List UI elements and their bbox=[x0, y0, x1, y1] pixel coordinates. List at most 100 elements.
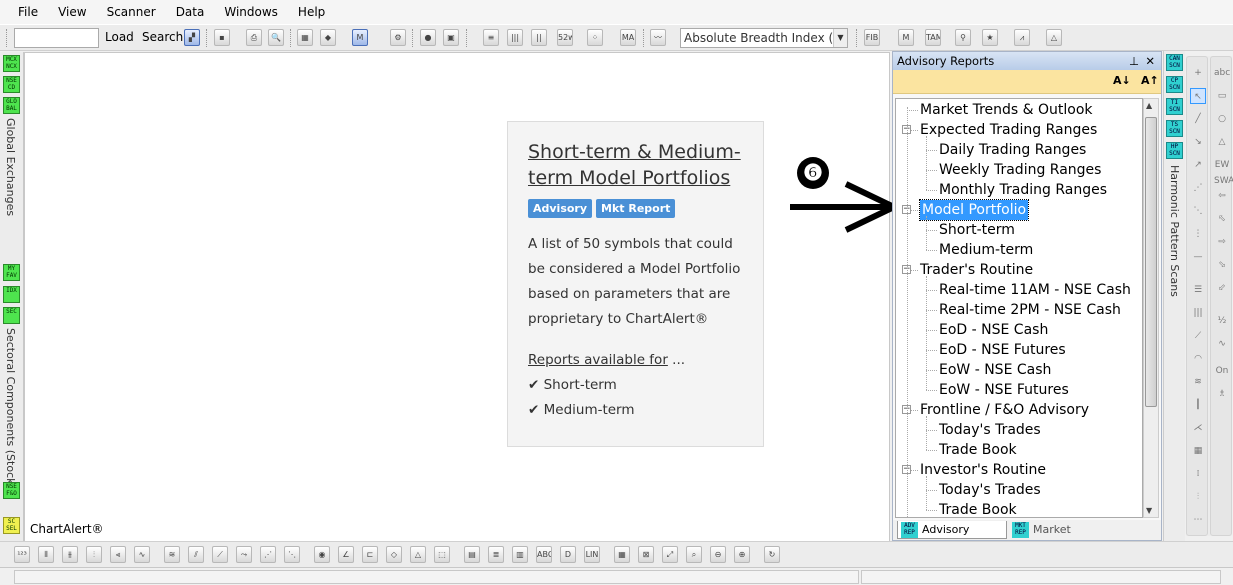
tree-node[interactable]: Frontline / F&O Advisory bbox=[920, 400, 1089, 420]
menu-file[interactable]: File bbox=[8, 5, 48, 19]
sort-descending-icon[interactable]: A↑ bbox=[1141, 74, 1159, 87]
tag-icon[interactable]: ⬚ bbox=[434, 546, 450, 563]
zigzag-icon[interactable]: ⩘ bbox=[1014, 29, 1030, 46]
list-icon[interactable]: ≣ bbox=[488, 546, 504, 563]
zoom-in-icon[interactable]: ⊕ bbox=[734, 546, 750, 563]
indicator-icon[interactable]: 〰 bbox=[650, 29, 666, 46]
chart-wizard-icon[interactable]: ▦ bbox=[297, 29, 313, 46]
menu-view[interactable]: View bbox=[48, 5, 96, 19]
gann-fan-icon[interactable]: ⋌ bbox=[1190, 420, 1206, 436]
save-icon[interactable]: ▪ bbox=[214, 29, 230, 46]
tab-market-reports[interactable]: MKT REP Market Reports bbox=[1009, 521, 1113, 554]
chevron-down-icon[interactable]: ▼ bbox=[833, 29, 847, 47]
channels-icon[interactable]: ⫽ bbox=[188, 546, 204, 563]
close-icon[interactable]: ✕ bbox=[1145, 52, 1155, 70]
ellipse-icon[interactable]: ○ bbox=[1214, 111, 1230, 127]
abs-icon[interactable]: ABC bbox=[536, 546, 552, 563]
volume-icon[interactable]: ≡ bbox=[483, 29, 499, 46]
ma-icon[interactable]: MA bbox=[620, 29, 636, 46]
tree-node[interactable]: Monthly Trading Ranges bbox=[939, 180, 1107, 200]
triangle-icon[interactable]: △ bbox=[1214, 134, 1230, 150]
pivot-icon[interactable]: M bbox=[898, 29, 914, 46]
indicator-diamond-icon[interactable]: ◆ bbox=[320, 29, 336, 46]
channel-icon[interactable]: ⋰ bbox=[1190, 180, 1206, 196]
bars-icon[interactable]: ||| bbox=[507, 29, 523, 46]
tree-node[interactable]: EoD - NSE Cash bbox=[939, 320, 1048, 340]
candles-icon[interactable]: || bbox=[531, 29, 547, 46]
reports-available-link[interactable]: Reports available for bbox=[528, 352, 668, 368]
refresh-icon[interactable]: ↻ bbox=[764, 546, 780, 563]
arrow-up-left-icon[interactable]: ⬁ bbox=[1214, 211, 1230, 227]
sort-ascending-icon[interactable]: A↓ bbox=[1113, 74, 1131, 87]
elliott-wave-tool[interactable]: EW SWA bbox=[1214, 157, 1233, 186]
cycles-icon[interactable]: ∿ bbox=[1214, 336, 1230, 352]
nse-fo-button[interactable]: NSE F&O bbox=[3, 482, 20, 499]
cw-tam-icon[interactable]: TAM bbox=[925, 29, 941, 46]
nse-cd-button[interactable]: NSE CD bbox=[3, 76, 20, 93]
my-fav-button[interactable]: MY FAV bbox=[3, 264, 20, 281]
zoom-out-icon[interactable]: ⊖ bbox=[710, 546, 726, 563]
tree-node[interactable]: EoW - NSE Futures bbox=[939, 380, 1069, 400]
arrow-down-icon[interactable]: ⬃ bbox=[1214, 280, 1230, 296]
sc-sel-button[interactable]: SC SEL bbox=[3, 517, 20, 534]
tree-node[interactable]: Model Portfolio bbox=[918, 199, 1030, 221]
tree-node[interactable]: Trade Book bbox=[939, 500, 1017, 517]
vertical-line-icon[interactable]: ⋮ bbox=[1190, 226, 1206, 242]
scroll-up-icon[interactable]: ▲ bbox=[1146, 101, 1152, 110]
oscillator-icon[interactable]: ∿ bbox=[134, 546, 150, 563]
horizontal-line-icon[interactable]: — bbox=[1190, 249, 1206, 265]
scroll-down-icon[interactable]: ▼ bbox=[1146, 506, 1152, 515]
compare-icon[interactable]: ⟋ bbox=[212, 546, 228, 563]
global-exchanges-label[interactable]: Global Exchanges bbox=[4, 118, 17, 216]
tree-scrollbar[interactable]: ▲ ▼ bbox=[1143, 98, 1159, 518]
bars-icon[interactable]: ⫴ bbox=[38, 546, 54, 563]
trendline-icon[interactable]: ╱ bbox=[1190, 111, 1206, 127]
speed-lines-icon[interactable]: ≋ bbox=[1190, 374, 1206, 390]
hp-scn-button[interactable]: HP SCN bbox=[1166, 142, 1183, 159]
rectangle-icon[interactable]: ▭ bbox=[1214, 88, 1230, 104]
can-scn-button[interactable]: CAN SCN bbox=[1166, 54, 1183, 71]
tree-node[interactable]: Trader's Routine bbox=[920, 260, 1033, 280]
star-icon[interactable]: ★ bbox=[982, 29, 998, 46]
tree-node[interactable]: EoW - NSE Cash bbox=[939, 360, 1051, 380]
menu-windows[interactable]: Windows bbox=[214, 5, 288, 19]
tree-node[interactable]: Medium-term bbox=[939, 240, 1033, 260]
arc-icon[interactable]: ◠ bbox=[1190, 351, 1206, 367]
card-title[interactable]: Short-term & Medium-term Model Portfolio… bbox=[528, 139, 743, 191]
triangle-icon[interactable]: △ bbox=[410, 546, 426, 563]
tree-node[interactable]: Weekly Trading Ranges bbox=[939, 160, 1101, 180]
zoom-fit-icon[interactable]: ⊠ bbox=[638, 546, 654, 563]
menu-scanner[interactable]: Scanner bbox=[97, 5, 166, 19]
arrow-right-icon[interactable]: ⇨ bbox=[1214, 234, 1230, 250]
target-icon[interactable]: ◉ bbox=[314, 546, 330, 563]
delta-icon[interactable]: D bbox=[560, 546, 576, 563]
retracement-icon[interactable]: ☰ bbox=[1190, 282, 1206, 298]
tree-node[interactable]: Investor's Routine bbox=[920, 460, 1046, 480]
tree-node[interactable]: Today's Trades bbox=[939, 480, 1041, 500]
tuning-icon[interactable]: ⚲ bbox=[955, 29, 971, 46]
lin-icon[interactable]: LIN bbox=[584, 546, 600, 563]
time-zones-icon[interactable]: ┃ bbox=[1190, 397, 1206, 413]
52w-hilo-icon[interactable]: 52w bbox=[557, 29, 573, 46]
arrow-left-icon[interactable]: ⇦ bbox=[1214, 188, 1230, 204]
tree-node[interactable]: Real-time 11AM - NSE Cash bbox=[939, 280, 1131, 300]
ti-scn-button[interactable]: TI SCN bbox=[1166, 98, 1183, 115]
harmonic-pattern-scans-label[interactable]: Harmonic Pattern Scans bbox=[1168, 165, 1181, 297]
template-icon[interactable]: M bbox=[352, 29, 368, 46]
window-icon[interactable]: ▣ bbox=[443, 29, 459, 46]
tree-node[interactable]: Expected Trading Ranges bbox=[920, 120, 1097, 140]
tree-node[interactable]: Market Trends & Outlook bbox=[920, 100, 1093, 120]
globe-icon[interactable]: ● bbox=[420, 29, 436, 46]
global-button[interactable]: GLO BAL bbox=[3, 97, 20, 114]
on-toggle[interactable]: On bbox=[1214, 363, 1230, 379]
ratio-icon[interactable]: ⋰ bbox=[260, 546, 276, 563]
idx-button[interactable]: IDX bbox=[3, 286, 20, 303]
crosshair-icon[interactable]: + bbox=[1190, 65, 1206, 81]
measure-icon[interactable]: ⊏ bbox=[362, 546, 378, 563]
tree-node[interactable]: EoD - NSE Futures bbox=[939, 340, 1066, 360]
candles-icon[interactable]: ⫵ bbox=[62, 546, 78, 563]
properties-icon[interactable]: ♗ bbox=[1214, 386, 1230, 402]
angle-icon[interactable]: ∠ bbox=[338, 546, 354, 563]
triangle-icon[interactable]: △ bbox=[1046, 29, 1062, 46]
volume-icon[interactable]: ⫷ bbox=[110, 546, 126, 563]
